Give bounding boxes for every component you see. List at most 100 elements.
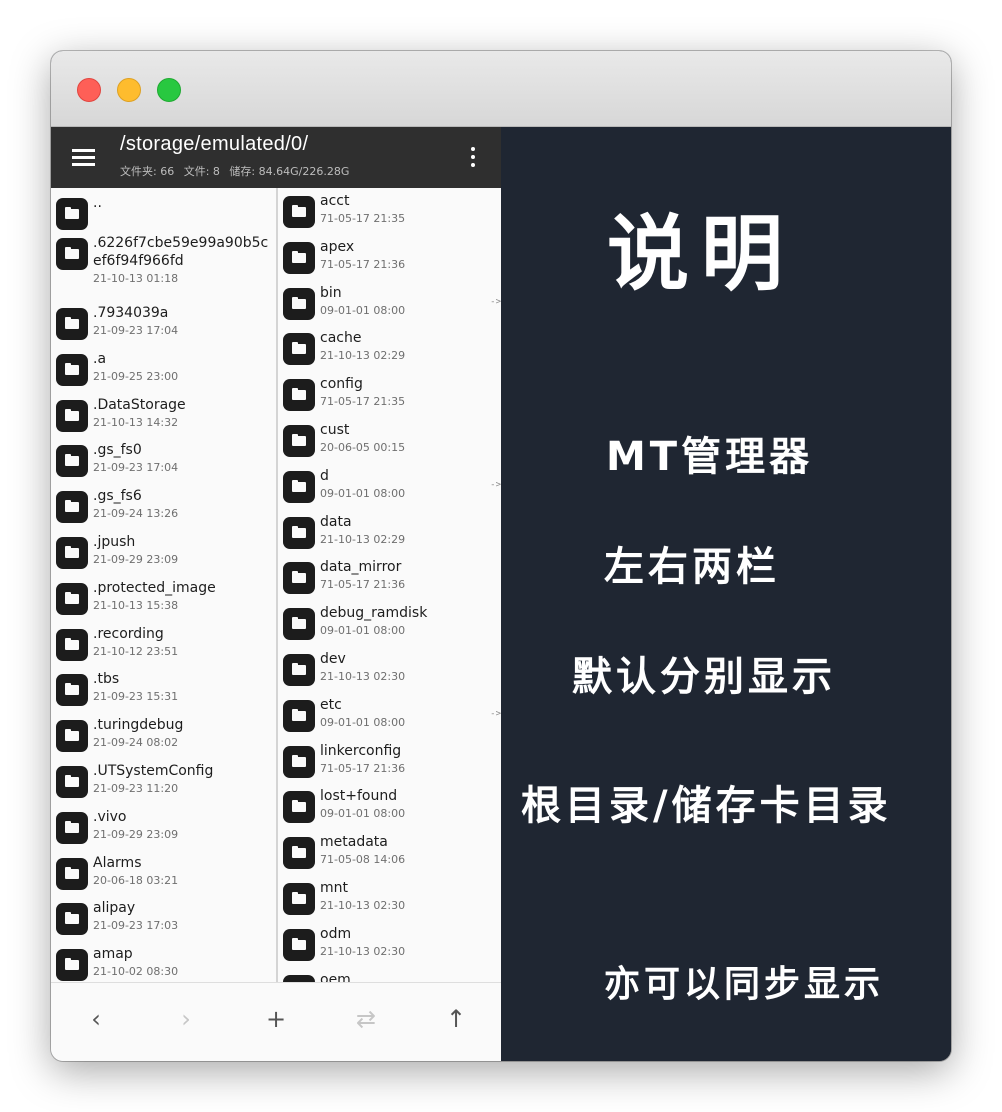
folder-icon [283, 424, 315, 457]
forward-button[interactable]: › [166, 1001, 206, 1037]
file-row[interactable]: metadata 71-05-08 14:06 [278, 833, 501, 879]
symlink-arrow: -> [490, 708, 501, 719]
file-row[interactable]: .gs_fs6 21-09-24 13:26 [51, 487, 276, 533]
folder-icon [283, 470, 315, 503]
file-info: .gs_fs0 21-09-23 17:04 [93, 441, 269, 475]
file-info: cache 21-10-13 02:29 [320, 329, 480, 363]
file-row[interactable]: .7934039a 21-09-23 17:04 [51, 304, 276, 350]
file-name: metadata [320, 834, 388, 851]
back-button[interactable]: ‹ [76, 1001, 116, 1037]
file-name: cache [320, 330, 362, 347]
file-row[interactable]: .turingdebug 21-09-24 08:02 [51, 716, 276, 762]
close-window-button[interactable] [77, 78, 101, 102]
file-date: 09-01-01 08:00 [320, 624, 406, 638]
file-name: data_mirror [320, 559, 402, 576]
menu-icon[interactable] [72, 147, 96, 167]
file-row[interactable]: data 21-10-13 02:29 [278, 513, 501, 559]
file-info: d 09-01-01 08:00 [320, 467, 480, 501]
file-row[interactable]: etc 09-01-01 08:00 -> [278, 696, 501, 742]
file-row[interactable]: lost+found 09-01-01 08:00 [278, 787, 501, 833]
storage-usage: 储存: 84.64G/226.28G [229, 165, 350, 178]
file-date: 71-05-17 21:36 [320, 257, 406, 271]
parent-directory-button[interactable]: ↑ [436, 1001, 476, 1037]
file-date: 21-10-12 23:51 [93, 644, 179, 658]
file-row[interactable]: linkerconfig 71-05-17 21:36 [278, 742, 501, 788]
file-row[interactable]: .gs_fs0 21-09-23 17:04 [51, 441, 276, 487]
file-row[interactable]: .vivo 21-09-29 23:09 [51, 808, 276, 854]
file-name: .recording [93, 625, 164, 642]
file-row[interactable]: debug_ramdisk 09-01-01 08:00 [278, 604, 501, 650]
file-row[interactable]: .protected_image 21-10-13 15:38 [51, 579, 276, 625]
file-row[interactable]: .6226f7cbe59e99a90b5cef6f94f966fd 21-10-1… [51, 234, 276, 304]
file-date: 21-10-13 02:29 [320, 532, 406, 546]
file-name: debug_ramdisk [320, 605, 428, 622]
file-date: 21-09-25 23:00 [93, 369, 179, 383]
file-manager: /storage/emulated/0/ 文件夹: 66 文件: 8 储存: 8… [51, 127, 501, 1061]
folder-icon [283, 745, 315, 778]
file-info: bin 09-01-01 08:00 [320, 284, 480, 318]
file-row[interactable]: data_mirror 71-05-17 21:36 [278, 558, 501, 604]
file-info: .turingdebug 21-09-24 08:02 [93, 716, 269, 750]
file-row[interactable]: mnt 21-10-13 02:30 [278, 879, 501, 925]
symlink-arrow: -> [490, 296, 501, 307]
file-date: 71-05-17 21:36 [320, 578, 406, 592]
file-date: 21-10-13 02:30 [320, 669, 406, 683]
right-file-pane[interactable]: acct 71-05-17 21:35 apex 71-05-17 21:36 bin 0… [278, 188, 501, 982]
file-row[interactable]: .tbs 21-09-23 15:31 [51, 670, 276, 716]
file-date: 21-10-13 14:32 [93, 415, 179, 429]
folder-count: 文件夹: 66 [120, 165, 175, 178]
file-date: 21-10-13 15:38 [93, 598, 179, 612]
file-row[interactable]: Alarms 20-06-18 03:21 [51, 854, 276, 900]
file-info: .jpush 21-09-29 23:09 [93, 533, 269, 567]
left-file-pane[interactable]: .. .6226f7cbe59e99a90b5cef6f94f966fd 21-10… [51, 188, 276, 982]
folder-icon [56, 582, 88, 615]
file-info: dev 21-10-13 02:30 [320, 650, 480, 684]
file-row[interactable]: alipay 21-09-23 17:03 [51, 899, 276, 945]
folder-icon [283, 516, 315, 549]
file-row[interactable]: apex 71-05-17 21:36 [278, 238, 501, 284]
minimize-window-button[interactable] [117, 78, 141, 102]
file-name: .UTSystemConfig [93, 762, 214, 779]
swap-panes-button[interactable]: ⇄ [346, 1001, 386, 1037]
file-date: 71-05-17 21:35 [320, 395, 406, 409]
file-date: 09-01-01 08:00 [320, 715, 406, 729]
file-row[interactable]: .UTSystemConfig 21-09-23 11:20 [51, 762, 276, 808]
maximize-window-button[interactable] [157, 78, 181, 102]
file-info: Alarms 20-06-18 03:21 [93, 854, 269, 888]
file-row[interactable]: cust 20-06-05 00:15 [278, 421, 501, 467]
file-row[interactable]: bin 09-01-01 08:00 -> [278, 284, 501, 330]
file-name: mnt [320, 879, 348, 896]
folder-icon [283, 699, 315, 732]
file-row[interactable]: .a 21-09-25 23:00 [51, 350, 276, 396]
file-row[interactable]: acct 71-05-17 21:35 [278, 192, 501, 238]
file-row[interactable]: .recording 21-10-12 23:51 [51, 625, 276, 671]
file-row[interactable]: .jpush 21-09-29 23:09 [51, 533, 276, 579]
folder-icon [283, 196, 315, 228]
file-row[interactable]: config 71-05-17 21:35 [278, 375, 501, 421]
file-row[interactable]: d 09-01-01 08:00 -> [278, 467, 501, 513]
file-name: cust [320, 421, 350, 438]
folder-icon [56, 238, 88, 270]
file-date: 21-10-02 08:30 [93, 965, 179, 979]
file-date: 09-01-01 08:00 [320, 486, 406, 500]
file-info: metadata 71-05-08 14:06 [320, 833, 480, 867]
file-name: data [320, 513, 352, 530]
file-row[interactable]: amap 21-10-02 08:30 [51, 945, 276, 982]
more-options-icon[interactable] [470, 147, 476, 167]
file-row[interactable]: oem [278, 971, 501, 982]
file-name: .vivo [93, 808, 127, 825]
file-date: 71-05-17 21:35 [320, 212, 406, 225]
folder-icon [283, 653, 315, 686]
folder-icon [56, 720, 88, 753]
add-button[interactable]: + [256, 1001, 296, 1037]
file-row[interactable]: .. [51, 194, 276, 234]
file-name: oem [320, 971, 351, 982]
file-row[interactable]: dev 21-10-13 02:30 [278, 650, 501, 696]
file-name: .protected_image [93, 579, 216, 596]
file-info: linkerconfig 71-05-17 21:36 [320, 742, 480, 776]
description-line: MT管理器 [606, 434, 814, 480]
file-row[interactable]: .DataStorage 21-10-13 14:32 [51, 396, 276, 442]
file-row[interactable]: odm 21-10-13 02:30 [278, 925, 501, 971]
folder-icon [283, 379, 315, 412]
file-row[interactable]: cache 21-10-13 02:29 [278, 329, 501, 375]
